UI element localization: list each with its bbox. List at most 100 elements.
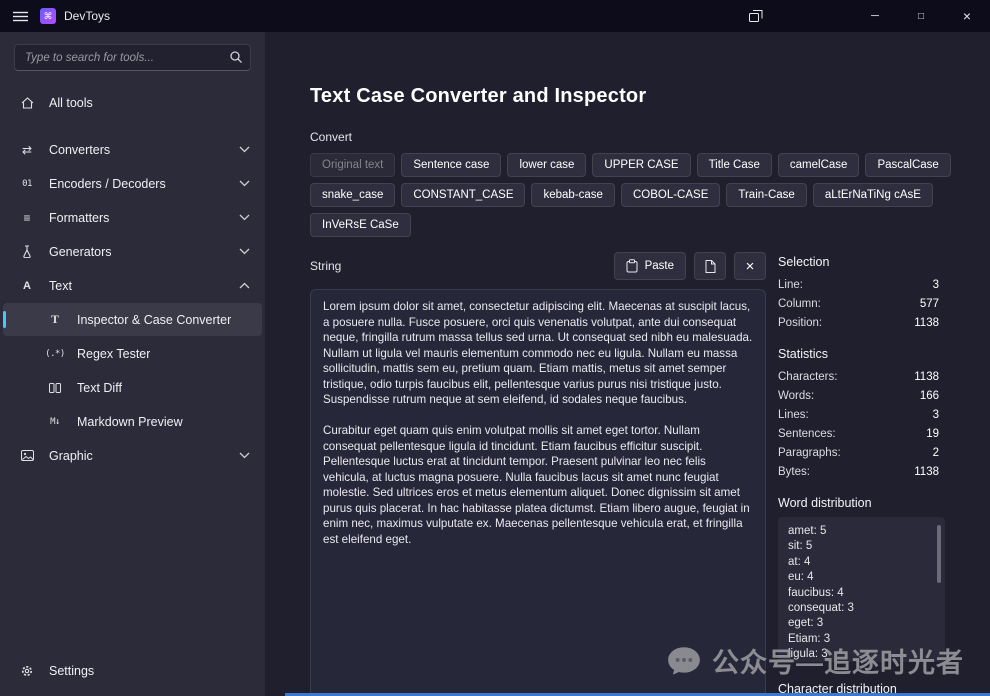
convert-alternating-case-button[interactable]: aLtErNaTiNg cAsE [812,183,933,207]
stat-row-column: Column: 577 [778,298,939,310]
encoders-icon: 01 [22,178,32,189]
hamburger-menu-button[interactable] [0,0,40,32]
paste-button[interactable]: Paste [613,252,686,280]
convert-cobol-case-button[interactable]: COBOL-CASE [620,183,721,207]
regex-icon: (.*) [45,348,65,359]
chevron-down-icon [239,146,250,153]
convert-camel-case-button[interactable]: camelCase [777,153,860,177]
sidebar-item-formatters[interactable]: ≡ Formatters [3,201,262,234]
sidebar-item-generators[interactable]: Generators [3,235,262,268]
chevron-down-icon [239,214,250,221]
close-icon: × [745,257,755,275]
convert-original-text-button: Original text [310,153,396,177]
sidebar-item-label: Settings [49,663,95,678]
sidebar-item-label: Markdown Preview [77,414,183,429]
sidebar-item-text-diff[interactable]: Text Diff [3,371,262,404]
text-tools-icon: A [23,279,31,292]
convert-lower-case-button[interactable]: lower case [507,153,587,177]
sidebar-nav: All tools ⇄ Converters 01 Encoders / Dec… [0,77,265,647]
convert-buttons: Original text Sentence case lower case U… [310,153,990,237]
devtoys-window: ⌘ DevToys ─ □ × All tools [0,0,990,696]
hamburger-icon [12,11,28,21]
sidebar: All tools ⇄ Converters 01 Encoders / Dec… [0,32,265,696]
sidebar-item-label: Encoders / Decoders [49,176,166,191]
convert-section-label: Convert [310,130,353,144]
search-input[interactable] [14,44,251,71]
statistics-section: Statistics Characters: 1138 Words: 166 Lin… [778,347,945,482]
home-icon [19,96,35,109]
string-textarea[interactable]: Lorem ipsum dolor sit amet, consectetur … [310,289,766,696]
maximize-button[interactable]: □ [898,0,944,32]
sidebar-item-inspector-case-converter[interactable]: T Inspector & Case Converter [3,303,262,336]
search-icon[interactable] [229,50,243,69]
word-distribution-section: Word distribution amet: 5 sit: 5 at: 4 e… [778,496,945,662]
close-button[interactable]: × [944,0,990,32]
text-diff-icon [47,382,63,394]
page-title: Text Case Converter and Inspector [310,85,647,107]
stat-row-sentences: Sentences: 19 [778,428,939,440]
word-item: sit: 5 [788,540,813,553]
stat-row-lines: Lines: 3 [778,409,939,421]
sidebar-item-markdown-preview[interactable]: M↓ Markdown Preview [3,405,262,438]
app-title: DevToys [64,9,111,23]
stat-row-characters: Characters: 1138 [778,371,939,383]
word-item: amet: 5 [788,525,827,537]
convert-title-case-button[interactable]: Title Case [696,153,772,177]
compact-overlay-button[interactable] [738,0,774,32]
minimize-button[interactable]: ─ [852,0,898,32]
scrollbar-thumb[interactable] [937,525,941,583]
chevron-down-icon [239,180,250,187]
stat-row-position: Position: 1138 [778,317,939,329]
convert-snake-case-button[interactable]: snake_case [310,183,396,207]
clear-button[interactable]: × [734,252,766,280]
sidebar-item-label: Converters [49,142,111,157]
formatters-icon: ≡ [23,210,31,225]
word-distribution-title: Word distribution [778,496,872,510]
word-distribution-list[interactable]: amet: 5 sit: 5 at: 4 eu: 4 faucibus: 4 c… [778,517,945,662]
converters-icon: ⇄ [21,142,33,157]
statistics-title: Statistics [778,347,829,361]
sidebar-item-label: Graphic [49,448,93,463]
sidebar-item-graphic[interactable]: Graphic [3,439,262,472]
paste-button-label: Paste [644,260,674,272]
gear-icon [19,664,35,678]
word-item: faucibus: 4 [788,586,844,599]
sidebar-item-converters[interactable]: ⇄ Converters [3,133,262,166]
convert-inverse-case-button[interactable]: InVeRsE CaSe [310,213,411,237]
markdown-icon: M↓ [50,416,60,427]
convert-sentence-case-button[interactable]: Sentence case [401,153,502,177]
file-icon [705,259,715,273]
inspector-panel: Selection Line: 3 Column: 577 Position: 113… [778,251,945,696]
selection-title: Selection [778,255,830,269]
word-item: eget: 3 [788,617,824,630]
main-content: Text Case Converter and Inspector Conver… [265,32,990,696]
convert-constant-case-button[interactable]: CONSTANT_CASE [401,183,526,207]
chevron-up-icon [239,282,250,289]
sidebar-item-label: Generators [49,244,112,259]
sidebar-item-settings[interactable]: Settings [3,654,262,687]
sidebar-item-label: Formatters [49,210,110,225]
word-item: eu: 4 [788,571,814,584]
sidebar-item-encoders-decoders[interactable]: 01 Encoders / Decoders [3,167,262,200]
chevron-down-icon [239,248,250,255]
sidebar-item-regex-tester[interactable]: (.*) Regex Tester [3,337,262,370]
word-item: Etiam: 3 [788,632,831,645]
open-file-button[interactable] [694,252,726,280]
compact-overlay-icon [749,10,763,22]
chevron-down-icon [239,452,250,459]
sidebar-item-all-tools[interactable]: All tools [3,86,262,119]
text-inspector-icon: T [50,312,59,326]
clipboard-icon [626,259,638,273]
stat-row-words: Words: 166 [778,390,939,402]
convert-kebab-case-button[interactable]: kebab-case [531,183,615,207]
convert-train-case-button[interactable]: Train-Case [726,183,807,207]
stat-row-line: Line: 3 [778,279,939,291]
sidebar-item-text[interactable]: A Text [3,269,262,302]
selection-section: Selection Line: 3 Column: 577 Position: 113… [778,255,945,333]
graphic-icon [19,450,35,461]
convert-upper-case-button[interactable]: UPPER CASE [592,153,691,177]
string-section-label: String [310,259,342,273]
convert-pascal-case-button[interactable]: PascalCase [865,153,951,177]
sidebar-item-label: Regex Tester [77,346,151,361]
stat-row-paragraphs: Paragraphs: 2 [778,447,939,459]
